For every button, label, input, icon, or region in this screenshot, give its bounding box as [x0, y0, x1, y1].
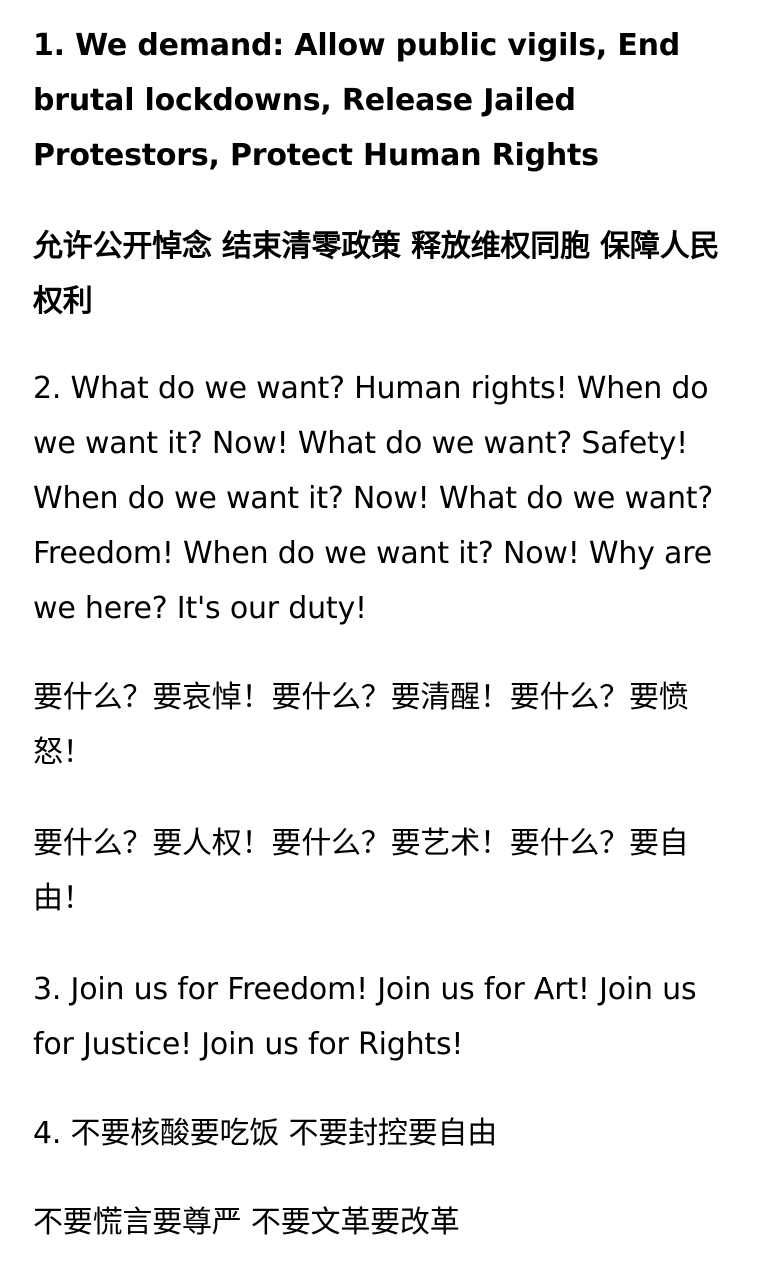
document-body: 1. We demand: Allow public vigils, End b… [0, 0, 777, 1280]
paragraph-demand-en: 1. We demand: Allow public vigils, End b… [33, 28, 681, 173]
paragraph-join-en: 3. Join us for Freedom! Join us for Art!… [33, 972, 697, 1062]
paragraph-chant-zh-1: 要什么？要哀悼！要什么？要清醒！要什么？要愤怒！ [33, 680, 689, 770]
paragraph-slogan-zh-2: 不要慌言要尊严 不要文革要改革 [33, 1205, 460, 1240]
paragraph-demand-zh: 允许公开悼念 结束清零政策 释放维权同胞 保障人民权利 [33, 229, 720, 319]
paragraph-chant-zh-2: 要什么？要人权！要什么？要艺术！要什么？要自由！ [33, 826, 689, 916]
paragraph-chant-en: 2. What do we want? Human rights! When d… [33, 371, 714, 626]
paragraph-slogan-zh-1: 4. 不要核酸要吃饭 不要封控要自由 [33, 1116, 498, 1151]
